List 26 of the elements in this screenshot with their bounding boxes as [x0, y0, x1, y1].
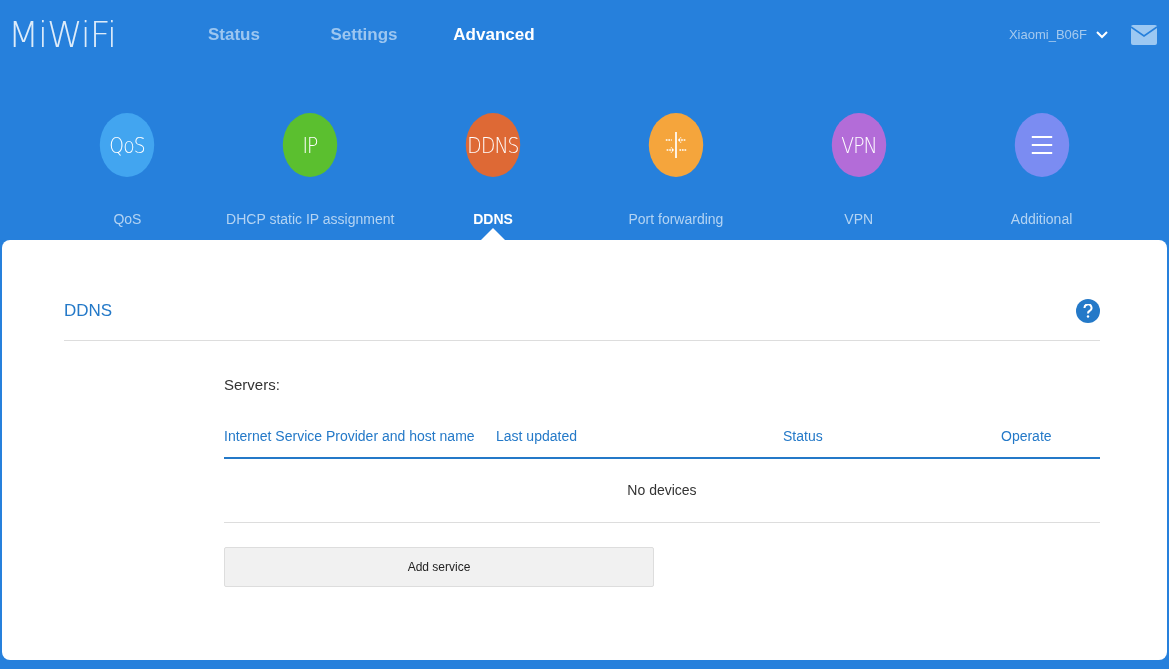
chevron-down-icon[interactable] [1095, 30, 1109, 40]
servers-label: Servers: [224, 374, 281, 395]
nav-tab[interactable]: Advanced [433, 22, 554, 48]
help-icon[interactable] [1076, 298, 1100, 323]
feature-label[interactable]: QoS [113, 209, 142, 230]
nav-tab[interactable]: Status [173, 22, 294, 48]
feature-label[interactable]: VPN [844, 209, 874, 230]
feature-label[interactable]: DDNS [473, 209, 513, 230]
feature-icon[interactable]: QoS [100, 113, 155, 177]
feature-label[interactable]: DHCP static IP assignment [226, 209, 395, 230]
router-name[interactable]: Xiaomi_B06F [1008, 25, 1087, 45]
column-header: Last updated [496, 427, 578, 446]
feature-icon[interactable]: IP [283, 113, 338, 177]
column-header: Internet Service Provider and host name [224, 427, 476, 446]
feature-label[interactable]: Port forwarding [628, 209, 724, 230]
mail-icon[interactable] [1131, 25, 1157, 45]
feature-icon[interactable]: DDNS [465, 113, 521, 177]
feature-label[interactable]: Additional [1010, 209, 1073, 230]
nav-tab[interactable]: Settings [303, 22, 424, 48]
section-title: DDNS [64, 300, 113, 322]
feature-icon[interactable]: VPN [831, 113, 886, 177]
add-service-button[interactable]: Add service [224, 547, 654, 587]
empty-message: No devices [627, 482, 697, 498]
column-header: Operate [1001, 427, 1052, 446]
logo: MiWiFi [8, 17, 116, 53]
column-header: Status [783, 427, 824, 446]
